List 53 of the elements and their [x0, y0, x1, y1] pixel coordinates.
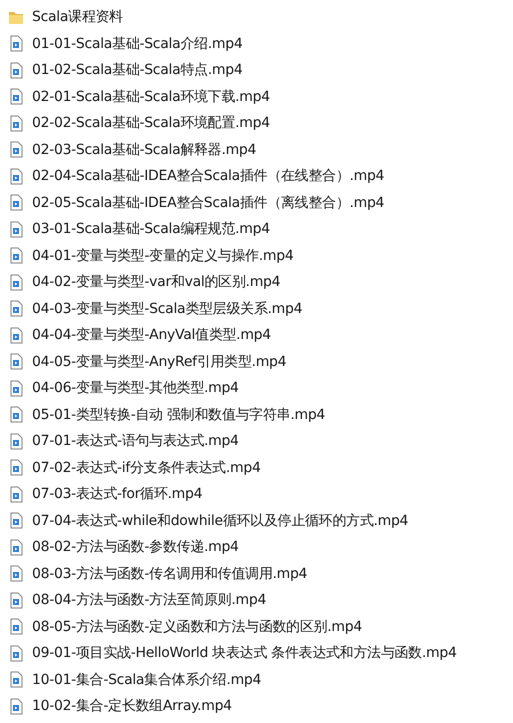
file-name[interactable]: 10-02-集合-定长数组Array.mp4 — [32, 697, 232, 716]
video-file-icon — [8, 141, 24, 158]
file-name[interactable]: 02-05-Scala基础-IDEA整合Scala插件（离线整合）.mp4 — [32, 194, 384, 212]
file-name[interactable]: 08-02-方法与函数-参数传递.mp4 — [32, 538, 239, 556]
video-file-icon — [8, 432, 24, 450]
file-name[interactable]: 04-02-变量与类型-var和val的区别.mp4 — [32, 273, 280, 292]
video-file-icon — [8, 565, 24, 582]
video-file-icon — [8, 220, 24, 238]
file-name[interactable]: 04-06-变量与类型-其他类型.mp4 — [32, 379, 239, 398]
video-file-icon — [8, 459, 24, 476]
video-file-icon — [8, 406, 24, 424]
folder-name[interactable]: Scala课程资料 — [32, 8, 123, 26]
video-file-icon — [8, 353, 24, 370]
file-name[interactable]: 04-03-变量与类型-Scala类型层级关系.mp4 — [32, 300, 302, 318]
video-file-icon — [8, 380, 24, 397]
video-file-icon — [8, 114, 24, 132]
file-name[interactable]: 02-02-Scala基础-Scala环境配置.mp4 — [32, 114, 270, 132]
video-file-icon — [8, 538, 24, 556]
video-file-icon — [8, 168, 24, 185]
file-name[interactable]: 09-01-项目实战-HelloWorld 块表达式 条件表达式和方法与函数.mp4 — [32, 644, 457, 662]
video-file-icon — [8, 326, 24, 344]
video-file-icon — [8, 62, 24, 79]
video-file-icon — [8, 698, 24, 715]
video-file-icon — [8, 274, 24, 291]
video-file-icon — [8, 194, 24, 212]
video-file-icon — [8, 644, 24, 662]
file-name[interactable]: 08-05-方法与函数-定义函数和方法与函数的区别.mp4 — [32, 618, 362, 636]
video-file-icon — [8, 247, 24, 264]
file-name[interactable]: 04-01-变量与类型-变量的定义与操作.mp4 — [32, 246, 294, 265]
video-file-icon — [8, 35, 24, 52]
video-file-icon — [8, 592, 24, 609]
file-name[interactable]: 01-01-Scala基础-Scala介绍.mp4 — [32, 34, 242, 53]
file-name[interactable]: 07-04-表达式-while和dowhile循环以及停止循环的方式.mp4 — [32, 512, 408, 530]
file-name[interactable]: 04-04-变量与类型-AnyVal值类型.mp4 — [32, 326, 271, 344]
file-name[interactable]: 08-04-方法与函数-方法至简原则.mp4 — [32, 591, 266, 610]
file-name[interactable]: 04-05-变量与类型-AnyRef引用类型.mp4 — [32, 352, 286, 371]
file-name[interactable]: 01-02-Scala基础-Scala特点.mp4 — [32, 61, 242, 80]
video-file-icon — [8, 88, 24, 106]
file-name[interactable]: 05-01-类型转换-自动 强制和数值与字符串.mp4 — [32, 406, 326, 424]
video-file-icon — [8, 671, 24, 688]
file-name[interactable]: 02-04-Scala基础-IDEA整合Scala插件（在线整合）.mp4 — [32, 167, 384, 186]
file-name[interactable]: 07-01-表达式-语句与表达式.mp4 — [32, 432, 239, 450]
file-name[interactable]: 02-01-Scala基础-Scala环境下载.mp4 — [32, 88, 270, 106]
video-file-icon — [8, 512, 24, 530]
video-file-icon — [8, 300, 24, 318]
file-name[interactable]: 08-03-方法与函数-传名调用和传值调用.mp4 — [32, 564, 308, 583]
video-file-icon — [8, 618, 24, 636]
video-file-icon — [8, 486, 24, 503]
file-name[interactable]: 02-03-Scala基础-Scala解释器.mp4 — [32, 140, 256, 159]
file-name[interactable]: 07-02-表达式-if分支条件表达式.mp4 — [32, 458, 261, 477]
file-name[interactable]: 10-01-集合-Scala集合体系介绍.mp4 — [32, 670, 262, 689]
file-name[interactable]: 03-01-Scala基础-Scala编程规范.mp4 — [32, 220, 270, 238]
file-name[interactable]: 07-03-表达式-for循环.mp4 — [32, 485, 202, 504]
